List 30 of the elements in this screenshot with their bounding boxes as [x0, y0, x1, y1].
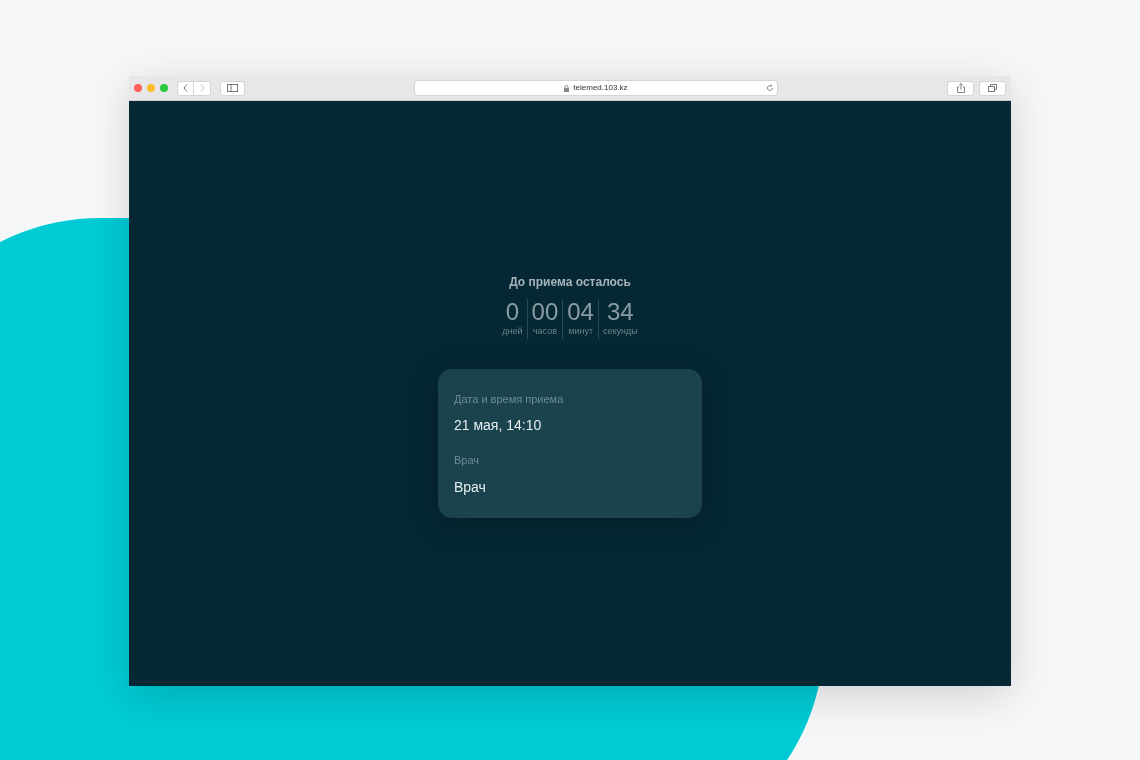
countdown-unit-label: секунды — [602, 325, 638, 338]
lock-icon — [564, 84, 570, 92]
countdown-value: 00 — [531, 299, 559, 325]
url-text: telemed.103.kz — [573, 82, 628, 94]
share-icon — [956, 83, 965, 93]
maximize-window-button[interactable] — [160, 84, 168, 92]
sidebar-button[interactable] — [220, 80, 245, 96]
close-window-button[interactable] — [134, 84, 142, 92]
countdown-value: 04 — [567, 299, 594, 325]
tabs-button[interactable] — [979, 80, 1006, 96]
countdown-value: 0 — [505, 299, 520, 325]
countdown-unit-label: дней — [502, 325, 523, 338]
minimize-window-button[interactable] — [147, 84, 155, 92]
countdown-title: До приема осталось — [509, 274, 631, 291]
field-value: 21 мая, 14:10 — [454, 416, 543, 435]
address-bar[interactable]: telemed.103.kz — [414, 80, 778, 96]
field-label: Врач — [454, 453, 481, 468]
forward-button[interactable] — [194, 80, 211, 96]
reload-icon[interactable] — [766, 84, 774, 92]
back-button[interactable] — [177, 80, 194, 96]
countdown-value: 34 — [607, 299, 634, 325]
countdown-unit-label: минут — [568, 325, 593, 338]
field-label: Дата и время приема — [454, 391, 565, 407]
chevron-right-icon — [199, 84, 205, 92]
tabs-icon — [988, 84, 997, 92]
share-button[interactable] — [947, 80, 974, 96]
field-value: Врач — [454, 477, 487, 497]
sidebar-icon — [227, 84, 238, 92]
chevron-left-icon — [183, 84, 188, 92]
countdown-unit-label: часов — [532, 325, 557, 338]
